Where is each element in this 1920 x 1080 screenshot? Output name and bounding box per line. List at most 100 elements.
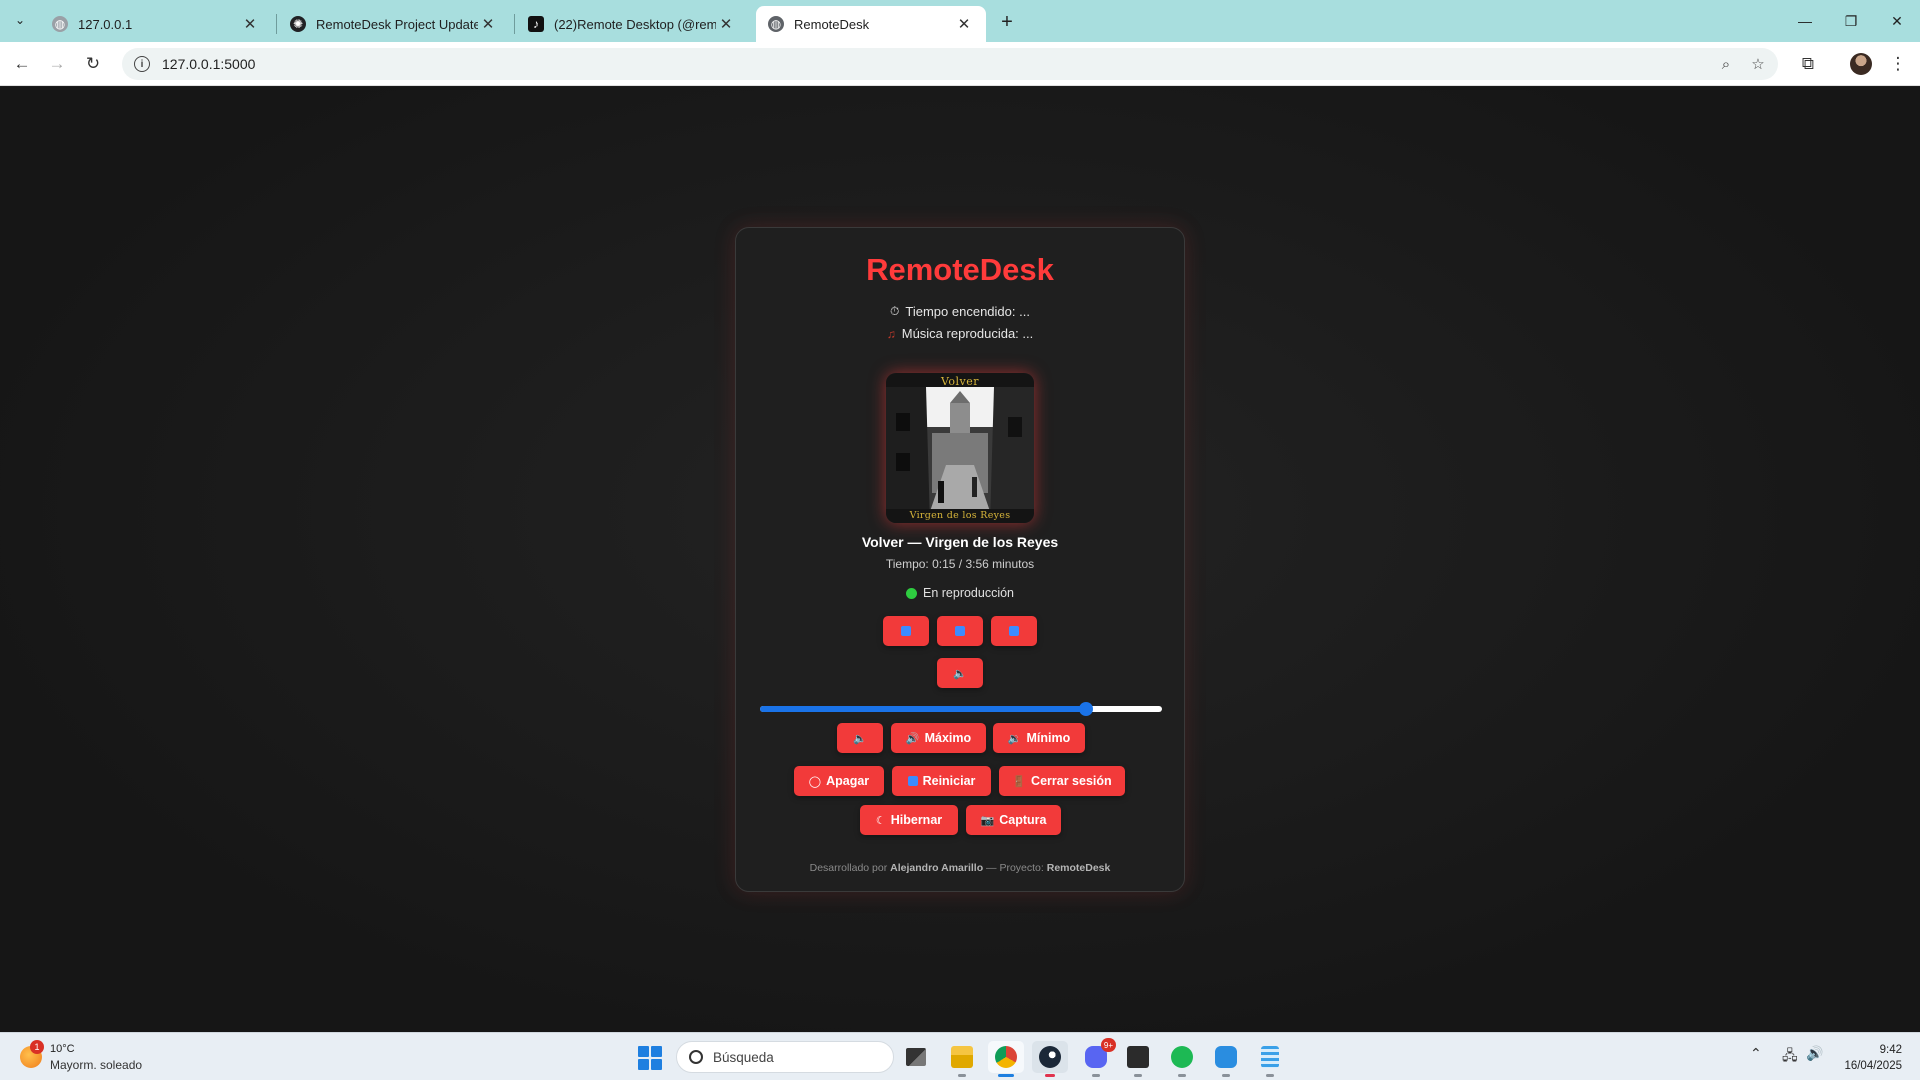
close-window-icon[interactable]: ✕ [1874,0,1920,42]
forward-arrow-icon[interactable]: → [43,50,71,78]
tab-title: (22)Remote Desktop (@remote [554,16,716,32]
address-url[interactable]: 127.0.0.1:5000 [162,56,255,72]
music-label: Música reproducida: ... [901,326,1034,341]
chrome-app[interactable] [988,1041,1024,1077]
music-note-icon: ♫ [886,326,896,341]
footer-prefix: Desarrollado por [809,862,888,874]
previous-icon [901,626,911,636]
speaker-icon: 🔈 [853,732,867,745]
globe-icon: ◍ [768,16,784,32]
network-icon[interactable]: 🖧 [1782,1045,1798,1069]
speaker-icon: 🔈 [953,667,967,680]
power-icon: ◯ [808,775,822,788]
notepad-app[interactable] [1252,1041,1288,1077]
running-indicator [1092,1074,1100,1077]
shutdown-button[interactable]: ◯ Apagar [794,766,884,796]
back-arrow-icon[interactable]: ← [8,50,36,78]
tab-2[interactable]: ✺ RemoteDesk Project Update ✕ [278,6,510,42]
play-pause-button[interactable] [937,616,983,646]
volume-icon[interactable]: 🔊 [1806,1045,1823,1062]
system-clock[interactable]: 9:42 16/04/2025 [1844,1042,1902,1074]
volume-max-label: Máximo [924,731,972,745]
restart-button[interactable]: Reiniciar [892,766,991,796]
steam-app[interactable] [1032,1041,1068,1077]
windows-taskbar: 1 10°C Mayorm. soleado Búsqueda 9+ ⌃ 🖧 🔊… [0,1032,1920,1080]
reload-icon[interactable]: ↻ [79,50,107,78]
restore-icon[interactable]: ❐ [1828,0,1874,42]
restart-label: Reiniciar [922,774,976,788]
windows-start-icon[interactable] [638,1046,662,1070]
clock-date: 16/04/2025 [1844,1060,1902,1072]
song-title: Volver — Virgen de los Reyes [861,534,1059,550]
speaker-loud-icon: 🔊 [905,732,920,745]
volume-slider-handle[interactable] [1078,702,1093,716]
remote-app[interactable] [1208,1041,1244,1077]
browser-tabstrip: ⌄ ◍ 127.0.0.1 ✕ ✺ RemoteDesk Project Upd… [0,0,1920,42]
tab-title: 127.0.0.1 [78,16,133,32]
volume-min-button[interactable]: 🔉 Mínimo [993,723,1085,753]
screenshot-label: Captura [999,813,1047,827]
discord-app[interactable]: 9+ [1078,1038,1116,1077]
speaker-low-icon: 🔉 [1007,732,1022,745]
weather-temperature[interactable]: 10°C [50,1043,75,1055]
browser-menu-icon[interactable]: ⋮ [1884,50,1912,78]
running-indicator [1178,1074,1186,1077]
discord-badge: 9+ [1100,1038,1116,1052]
status-label: En reproducción [922,586,1015,600]
chevron-up-icon[interactable]: ⌃ [1750,1045,1762,1062]
new-tab-plus-icon[interactable]: + [994,9,1020,35]
file-explorer-app[interactable] [944,1041,980,1077]
screenshot-button[interactable]: 📷 Captura [966,805,1061,835]
footer-credits: Desarrollado por Alejandro Amarillo — Pr… [736,862,1184,874]
close-tab-icon[interactable]: ✕ [954,14,974,34]
remotedesk-panel: RemoteDesk ⏱ Tiempo encendido: ... ♫ Mús… [735,227,1185,892]
volume-slider[interactable] [760,702,1162,716]
running-indicator [998,1074,1014,1077]
cover-title-text: Volver [940,375,980,388]
app-title: RemoteDesk [866,252,1054,287]
taskbar-search[interactable]: Búsqueda [676,1041,894,1073]
close-tab-icon[interactable]: ✕ [716,14,736,34]
folder-icon [951,1046,973,1068]
running-indicator [1045,1074,1055,1077]
globe-icon: ◍ [52,16,68,32]
tab-title: RemoteDesk [794,16,870,32]
previous-track-button[interactable] [883,616,929,646]
zoom-icon[interactable]: ⌕ [1712,50,1740,78]
weather-description[interactable]: Mayorm. soleado [50,1058,142,1072]
close-tab-icon[interactable]: ✕ [240,14,260,34]
spotify-app[interactable] [1164,1041,1200,1077]
hibernate-label: Hibernar [890,813,943,827]
volume-max-button[interactable]: 🔊 Máximo [891,723,986,753]
chrome-icon [995,1046,1017,1068]
terminal-icon [1127,1046,1149,1068]
hibernate-button[interactable]: ☾ Hibernar [860,805,958,835]
volume-mute-button[interactable]: 🔈 [837,723,883,753]
tab-search-chevron-icon[interactable]: ⌄ [8,8,32,32]
logout-button[interactable]: 🚪 Cerrar sesión [999,766,1125,796]
tab-3[interactable]: ♪ (22)Remote Desktop (@remote ✕ [516,6,748,42]
tab-1[interactable]: ◍ 127.0.0.1 ✕ [40,6,272,42]
mute-button[interactable]: 🔈 [937,658,983,688]
restart-icon [907,776,918,786]
tab-4-active[interactable]: ◍ RemoteDesk ✕ [756,6,986,42]
moon-icon: ☾ [875,814,886,827]
footer-project: RemoteDesk [1046,862,1111,874]
close-tab-icon[interactable]: ✕ [478,14,498,34]
uptime-label: Tiempo encendido: ... [905,304,1030,319]
profile-avatar[interactable] [1850,53,1872,75]
running-indicator [1134,1074,1142,1077]
site-info-icon[interactable]: i [134,56,150,72]
footer-middle: — Proyecto: [986,862,1044,874]
extensions-icon[interactable]: ⧉ [1794,50,1822,78]
clock-time: 9:42 [1879,1044,1902,1056]
terminal-app[interactable] [1120,1041,1156,1077]
next-track-button[interactable] [991,616,1037,646]
music-stat: ♫ Música reproducida: ... [736,326,1184,341]
bookmark-star-icon[interactable]: ☆ [1744,50,1772,78]
address-bar[interactable]: i 127.0.0.1:5000 ⌕ ☆ [122,48,1778,80]
task-view-app[interactable] [898,1041,934,1073]
minimize-icon[interactable]: — [1782,0,1828,42]
logout-label: Cerrar sesión [1031,774,1112,788]
search-icon [689,1050,703,1064]
